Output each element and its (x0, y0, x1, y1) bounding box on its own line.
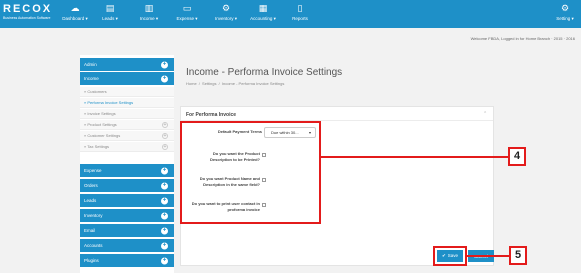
sidebar-subitem-performa-invoice-settings[interactable]: » Performa Invoice Settings (80, 98, 174, 108)
expand-icon[interactable]: + (161, 197, 168, 204)
annotation-callout-5: 5 (509, 246, 527, 265)
annotation-line-4 (321, 156, 508, 158)
sidebar-item-label: Orders (84, 183, 98, 188)
settings-gear-icon: ⚙ (560, 3, 570, 13)
sidebar-subitem-label: » Product Settings (84, 122, 117, 127)
sidebar-item-inventory[interactable]: Inventory + (80, 209, 174, 222)
sidebar-item-label: Leads (84, 198, 97, 203)
expand-icon[interactable]: + (161, 182, 168, 189)
app-logo[interactable]: RECOX Business Automation Software (3, 3, 55, 25)
leads-icon: ▤ (105, 3, 115, 13)
sidebar-item-label: Admin (84, 62, 97, 67)
sidebar-subitem-customers[interactable]: » Customers (80, 87, 174, 97)
sidebar-item-label: Expense (84, 168, 102, 173)
expand-icon[interactable]: + (161, 61, 168, 68)
annotation-line-5 (467, 255, 509, 257)
nav-accounting-label: Accounting ▾ (250, 16, 276, 21)
nav-leads-label: Leads ▾ (102, 16, 118, 21)
collapse-icon[interactable]: ⌃ (483, 111, 487, 117)
nav-accounting[interactable]: ▦ Accounting ▾ (244, 2, 282, 26)
sidebar-item-expense[interactable]: Expense + (80, 164, 174, 177)
nav-income[interactable]: ▥ Income ▾ (137, 2, 161, 26)
nav-inventory-label: Inventory ▾ (214, 16, 238, 21)
save-button[interactable]: ✔ Save (437, 250, 463, 262)
expand-icon[interactable]: + (161, 212, 168, 219)
breadcrumb-home[interactable]: Home (186, 81, 197, 86)
expand-icon[interactable]: + (162, 132, 168, 139)
expand-icon[interactable]: + (161, 242, 168, 249)
nav-inventory[interactable]: ⚙ Inventory ▾ (211, 2, 241, 26)
sidebar: Admin + Income + » Customers » Performa … (80, 55, 174, 273)
sidebar-item-label: Email (84, 228, 96, 233)
breadcrumb-current: Income - Performa Invoice Settings (221, 81, 285, 86)
breadcrumb-settings[interactable]: Settings (202, 81, 216, 86)
breadcrumb: Home / Settings / Income - Performa Invo… (186, 81, 285, 86)
sidebar-item-email[interactable]: Email + (80, 224, 174, 237)
nav-income-label: Income ▾ (139, 16, 159, 21)
sidebar-item-label: Plugins (84, 258, 99, 263)
top-navbar: RECOX Business Automation Software ☁ Das… (0, 0, 581, 28)
breadcrumb-separator: / (198, 81, 200, 86)
inventory-icon: ⚙ (221, 3, 231, 13)
sidebar-item-admin[interactable]: Admin + (80, 58, 174, 71)
expand-icon[interactable]: + (161, 75, 168, 82)
nav-reports-label: Reports (292, 16, 308, 21)
expand-icon[interactable]: + (162, 121, 168, 128)
expand-icon[interactable]: + (161, 227, 168, 234)
nav-settings-label: Setting ▾ (556, 16, 574, 21)
check-icon: ✔ (441, 253, 446, 258)
sidebar-subitem-product-settings[interactable]: » Product Settings + (80, 120, 174, 130)
annotation-box-settings (180, 121, 321, 224)
welcome-message: Welcome FBDA, Logged in for Home Branch … (470, 36, 575, 41)
save-button-label: Save (447, 253, 459, 258)
dashboard-icon: ☁ (70, 3, 80, 13)
reports-icon: ▯ (297, 3, 303, 13)
nav-settings[interactable]: ⚙ Setting ▾ (552, 2, 578, 26)
expand-icon[interactable]: + (161, 167, 168, 174)
sidebar-item-accounts[interactable]: Accounts + (80, 239, 174, 252)
panel-heading: For Performa Invoice (186, 112, 237, 118)
sidebar-subitem-invoice-settings[interactable]: » Invoice Settings (80, 109, 174, 119)
sidebar-item-income[interactable]: Income + (80, 72, 174, 85)
accounting-icon: ▦ (258, 3, 268, 13)
annotation-callout-4: 4 (508, 147, 526, 166)
sidebar-item-orders[interactable]: Orders + (80, 179, 174, 192)
sidebar-subitem-label: » Invoice Settings (84, 111, 116, 116)
sidebar-item-label: Income (84, 76, 99, 81)
expand-icon[interactable]: + (161, 257, 168, 264)
logo-tagline: Business Automation Software (3, 16, 51, 20)
expense-icon: ▭ (182, 3, 192, 13)
sidebar-subitem-label: » Tax Settings (84, 144, 110, 149)
sidebar-item-leads[interactable]: Leads + (80, 194, 174, 207)
page-title: Income - Performa Invoice Settings (186, 67, 343, 78)
sidebar-subitem-label: » Customers (84, 89, 107, 94)
sidebar-item-plugins[interactable]: Plugins + (80, 254, 174, 267)
nav-dashboard-label: Dashboard ▾ (62, 16, 88, 21)
sidebar-subitem-label: » Performa Invoice Settings (84, 100, 134, 105)
nav-leads[interactable]: ▤ Leads ▾ (99, 2, 121, 26)
nav-expense[interactable]: ▭ Expense ▾ (174, 2, 200, 26)
breadcrumb-separator: / (218, 81, 220, 86)
sidebar-subitem-customer-settings[interactable]: » Customer Settings + (80, 131, 174, 141)
expand-icon[interactable]: + (162, 143, 168, 150)
sidebar-subitem-label: » Customer Settings (84, 133, 121, 138)
sidebar-subitem-tax-settings[interactable]: » Tax Settings + (80, 142, 174, 152)
sidebar-item-label: Inventory (84, 213, 103, 218)
logo-text: RECOX (3, 3, 53, 15)
nav-reports[interactable]: ▯ Reports (289, 2, 311, 26)
nav-expense-label: Expense ▾ (176, 16, 198, 21)
sidebar-item-label: Accounts (84, 243, 103, 248)
income-icon: ▥ (144, 3, 154, 13)
nav-dashboard[interactable]: ☁ Dashboard ▾ (62, 2, 88, 26)
